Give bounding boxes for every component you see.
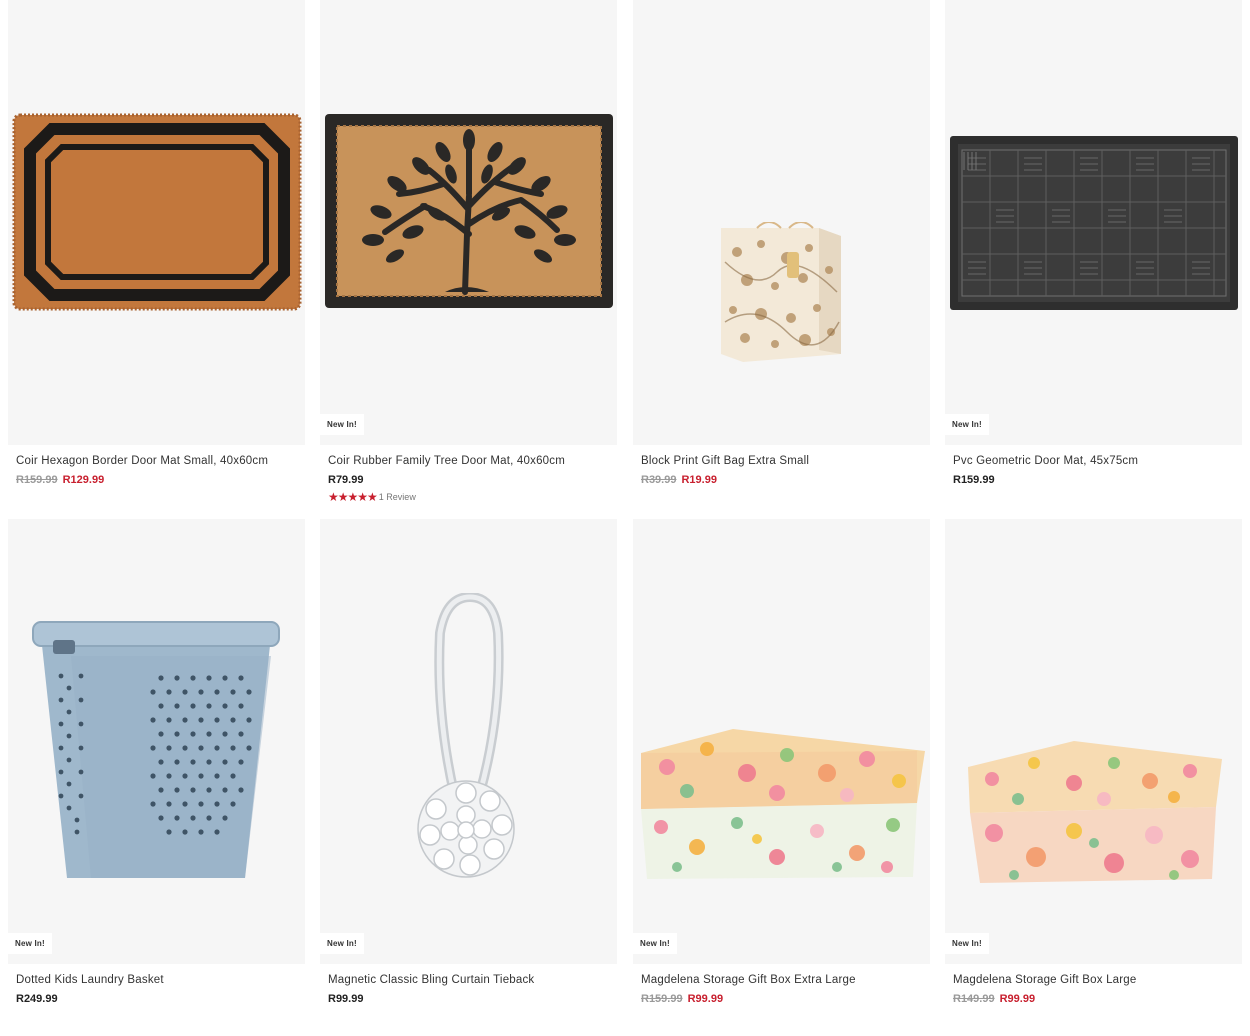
gift-box-xl-image [641, 729, 925, 879]
price: R249.99 [16, 993, 58, 1005]
product-price: R149.99 R99.99 [953, 993, 1035, 1005]
tree-doormat-image [325, 114, 613, 308]
product-price: R39.99 R19.99 [641, 474, 717, 486]
rating-stars-icon: ★★★★★ [328, 490, 378, 504]
sale-price: R19.99 [681, 474, 717, 486]
product-name[interactable]: Magnetic Classic Bling Curtain Tieback [328, 974, 534, 986]
product-price: R99.99 [328, 993, 363, 1005]
price: R99.99 [328, 993, 364, 1005]
price: R159.99 [953, 474, 995, 486]
original-price: R159.99 [641, 993, 683, 1005]
product-name[interactable]: Coir Rubber Family Tree Door Mat, 40x60c… [328, 455, 565, 467]
product-price: R159.99 R99.99 [641, 993, 723, 1005]
new-in-badge: New In! [8, 933, 52, 954]
new-in-badge: New In! [633, 933, 677, 954]
product-image-container[interactable]: New In! [633, 519, 930, 964]
product-price: R79.99 [328, 474, 363, 486]
product-name[interactable]: Magdelena Storage Gift Box Large [953, 974, 1136, 986]
product-card[interactable]: New In! Magnetic Classic Bling Curtain T… [320, 519, 617, 1005]
product-card[interactable]: New In! Coir Rubber Family Tree Door Mat… [320, 0, 617, 504]
sale-price: R99.99 [999, 993, 1036, 1005]
new-in-badge: New In! [945, 414, 989, 435]
product-price: R159.99 [953, 474, 995, 486]
product-image-container[interactable] [633, 0, 930, 445]
review-count[interactable]: 1 Review [379, 492, 416, 502]
product-image-container[interactable]: New In! [945, 0, 1242, 445]
product-card[interactable]: New In! Pvc Geometric Door Mat, 45x75cm … [945, 0, 1242, 486]
original-price: R159.99 [16, 474, 58, 486]
product-card[interactable]: Block Print Gift Bag Extra Small R39.99 R… [633, 0, 930, 486]
product-price: R159.99 R129.99 [16, 474, 104, 486]
product-price: R249.99 [16, 993, 58, 1005]
product-image-container[interactable]: New In! [8, 519, 305, 964]
laundry-basket-image [32, 621, 280, 878]
product-name[interactable]: Coir Hexagon Border Door Mat Small, 40x6… [16, 455, 268, 467]
product-name[interactable]: Magdelena Storage Gift Box Extra Large [641, 974, 856, 986]
sale-price: R99.99 [687, 993, 724, 1005]
product-image-container[interactable]: New In! [320, 519, 617, 964]
product-image-container[interactable]: New In! [945, 519, 1242, 964]
sale-price: R129.99 [62, 474, 105, 486]
original-price: R39.99 [641, 474, 677, 486]
gift-box-large-image [968, 741, 1222, 883]
curtain-tieback-image [417, 593, 515, 878]
product-name[interactable]: Block Print Gift Bag Extra Small [641, 455, 809, 467]
coir-hexagon-doormat-image [12, 113, 302, 311]
price: R79.99 [328, 474, 364, 486]
pvc-doormat-image [950, 136, 1238, 310]
product-rating[interactable]: ★★★★★ 1 Review [328, 490, 416, 504]
original-price: R149.99 [953, 993, 995, 1005]
product-card[interactable]: New In! Dotted Kids Laundry Basket R249.… [8, 519, 305, 1005]
product-card[interactable]: New In! Magdelena Storage Gift Box Large… [945, 519, 1242, 1005]
product-image-container[interactable] [8, 0, 305, 445]
product-card[interactable]: New In! Magdelena Storage Gift Box Extra… [633, 519, 930, 1005]
new-in-badge: New In! [320, 414, 364, 435]
product-image-container[interactable]: New In! [320, 0, 617, 445]
product-card[interactable]: Coir Hexagon Border Door Mat Small, 40x6… [8, 0, 305, 486]
new-in-badge: New In! [320, 933, 364, 954]
gift-bag-image [721, 222, 841, 362]
new-in-badge: New In! [945, 933, 989, 954]
product-name[interactable]: Dotted Kids Laundry Basket [16, 974, 164, 986]
product-name[interactable]: Pvc Geometric Door Mat, 45x75cm [953, 455, 1138, 467]
